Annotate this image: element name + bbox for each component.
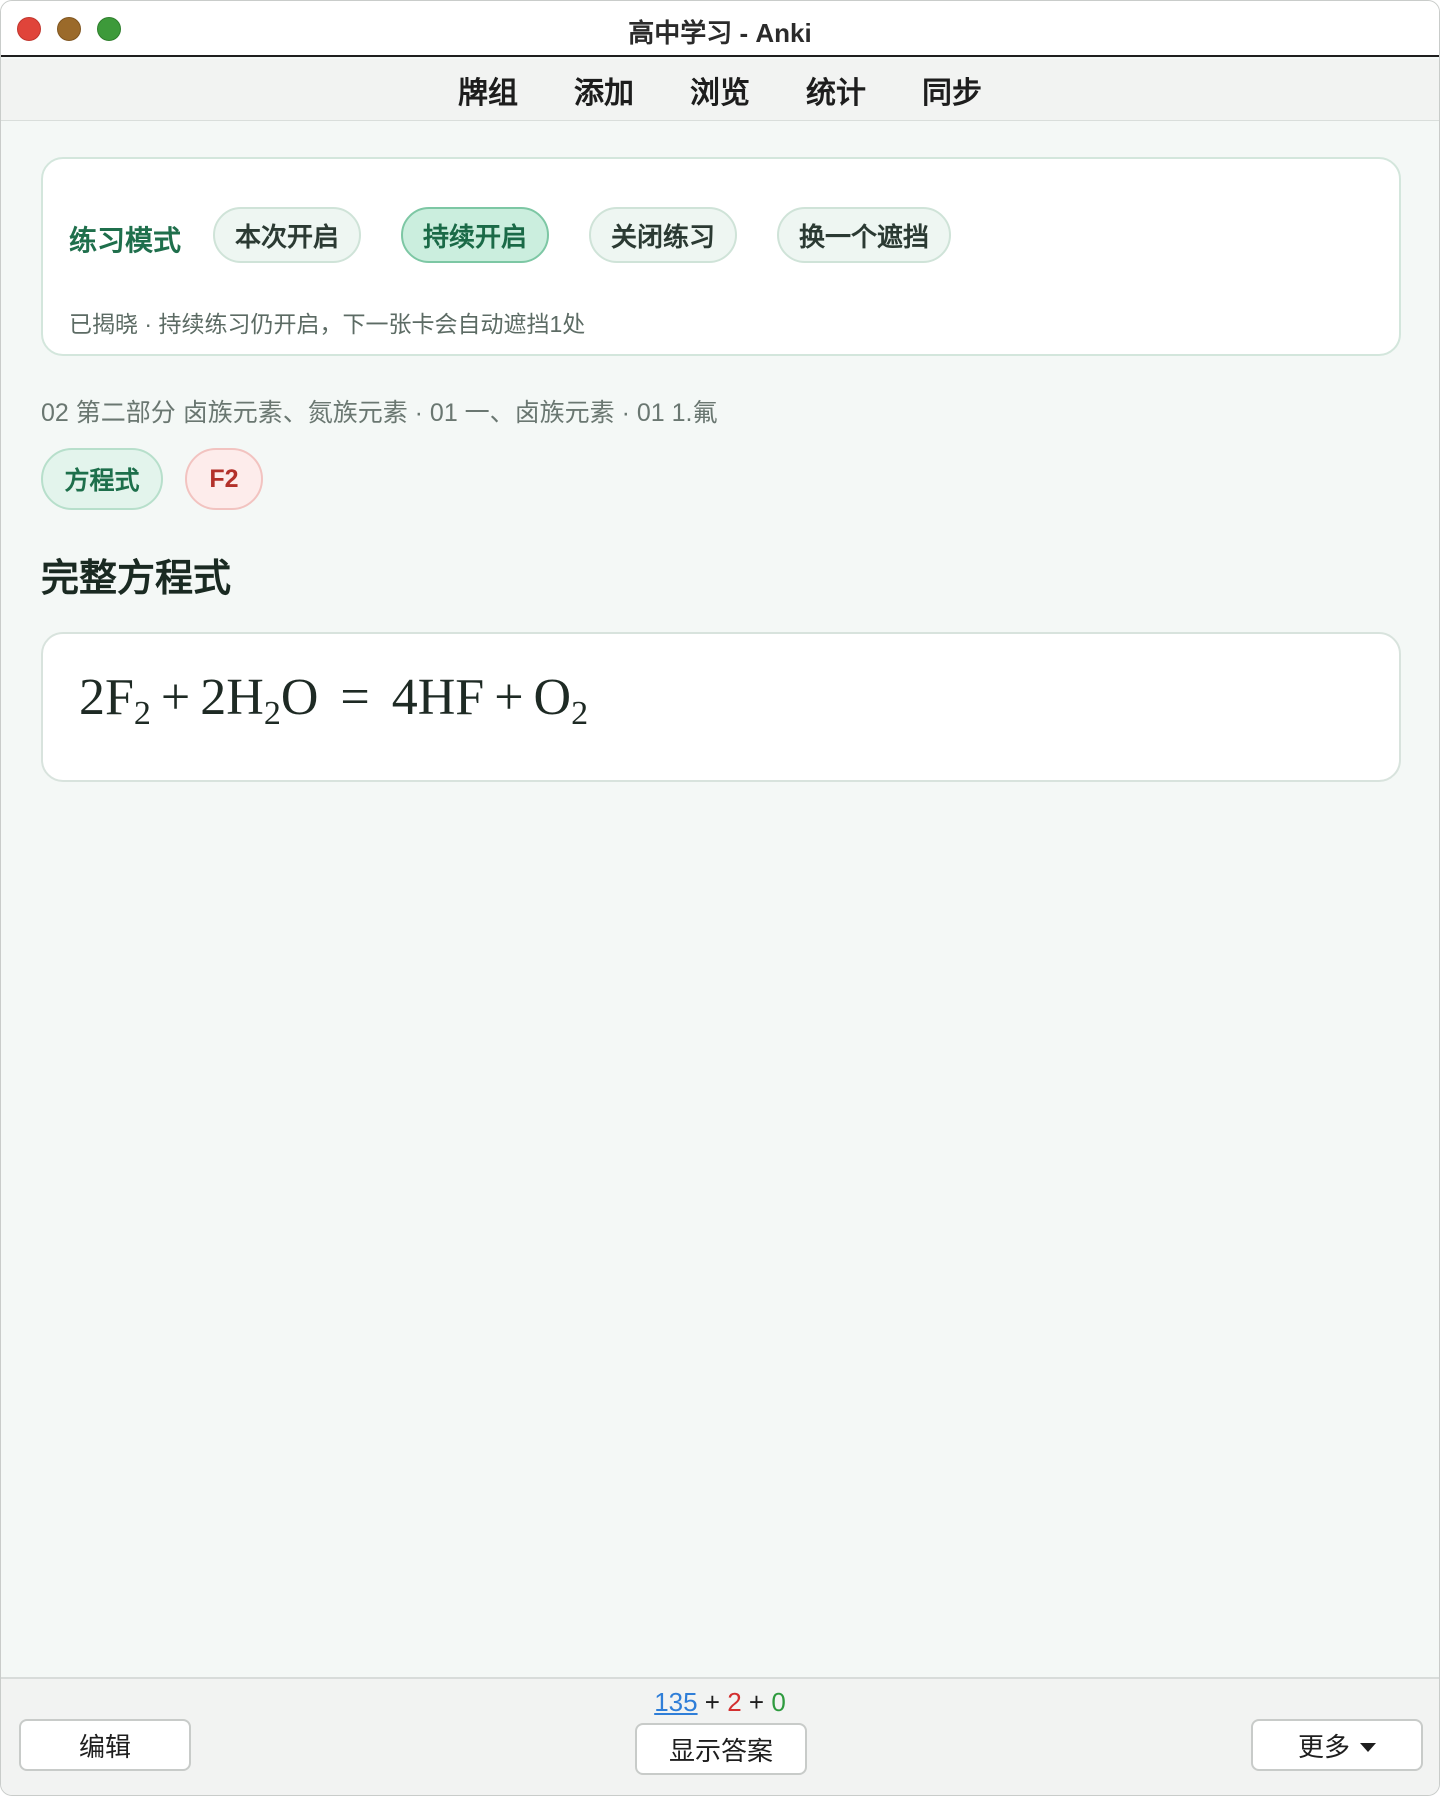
card-breadcrumb: 02 第二部分 卤族元素、氮族元素 · 01 一、卤族元素 · 01 1.氟 <box>41 399 718 427</box>
eq-lhs1-coef: 2 <box>79 669 105 726</box>
eq-rhs2-sub: 2 <box>571 695 589 732</box>
toolbar-add[interactable]: 添加 <box>574 68 634 112</box>
eq-lhs2-el2: O <box>280 669 319 726</box>
card-heading: 完整方程式 <box>41 558 232 600</box>
show-answer-label: 显示答案 <box>668 1735 773 1766</box>
show-answer-button[interactable]: 显示答案 <box>635 1723 807 1775</box>
count-sep-2: + <box>741 1687 772 1717</box>
eq-lhs1-sub: 2 <box>133 695 151 732</box>
anki-window: 高中学习 - Anki 牌组 添加 浏览 统计 同步 练习模式 本次开启 持续开… <box>0 0 1440 1796</box>
window-title: 高中学习 - Anki <box>628 18 812 48</box>
practice-enable-persistent-button[interactable]: 持续开启 <box>401 207 549 263</box>
practice-mode-panel: 练习模式 本次开启 持续开启 关闭练习 换一个遮挡 已揭晓 · 持续练习仍开启，… <box>41 157 1401 356</box>
learn-count: 2 <box>727 1687 742 1717</box>
practice-status-text: 已揭晓 · 持续练习仍开启，下一张卡会自动遮挡1处 <box>69 311 586 337</box>
tag-equation: 方程式 <box>41 448 163 510</box>
practice-disable-button[interactable]: 关闭练习 <box>589 207 737 263</box>
new-count[interactable]: 135 <box>654 1687 697 1717</box>
edit-button-label: 编辑 <box>78 1731 131 1762</box>
toolbar-stats[interactable]: 统计 <box>806 68 866 112</box>
review-count: 0 <box>771 1687 786 1717</box>
equation-card: 2F2 +2H2O = 4HF + O2 <box>41 632 1401 782</box>
toolbar-sync[interactable]: 同步 <box>922 68 982 112</box>
tag-f2: F2 <box>185 448 263 510</box>
eq-lhs1-el: F <box>105 669 134 726</box>
eq-lhs2-coef: 2 <box>200 669 227 726</box>
practice-enable-once-button[interactable]: 本次开启 <box>213 207 361 263</box>
chevron-down-icon <box>1360 1742 1376 1752</box>
edit-button[interactable]: 编辑 <box>19 1719 191 1771</box>
eq-plus-2: + <box>494 669 524 726</box>
toolbar-decks[interactable]: 牌组 <box>458 68 518 112</box>
practice-mode-label: 练习模式 <box>69 225 182 256</box>
more-button-label: 更多 <box>1297 1731 1350 1762</box>
eq-equals: = <box>340 669 370 726</box>
title-bar: 高中学习 - Anki <box>1 1 1439 57</box>
count-sep-1: + <box>697 1687 728 1717</box>
due-counts: 135 + 2 + 0 <box>1 1687 1439 1718</box>
eq-rhs1: 4HF <box>391 669 485 726</box>
eq-lhs2-sub: 2 <box>263 695 281 732</box>
toolbar-browse[interactable]: 浏览 <box>690 68 750 112</box>
chemical-equation: 2F2 +2H2O = 4HF + O2 <box>79 668 588 733</box>
eq-rhs2-el: O <box>533 669 572 726</box>
practice-change-mask-button[interactable]: 换一个遮挡 <box>777 207 951 263</box>
more-button[interactable]: 更多 <box>1251 1719 1423 1771</box>
eq-plus-1: + <box>160 669 191 726</box>
eq-lhs2-el1: H <box>226 669 264 726</box>
main-toolbar: 牌组 添加 浏览 统计 同步 <box>1 59 1439 121</box>
